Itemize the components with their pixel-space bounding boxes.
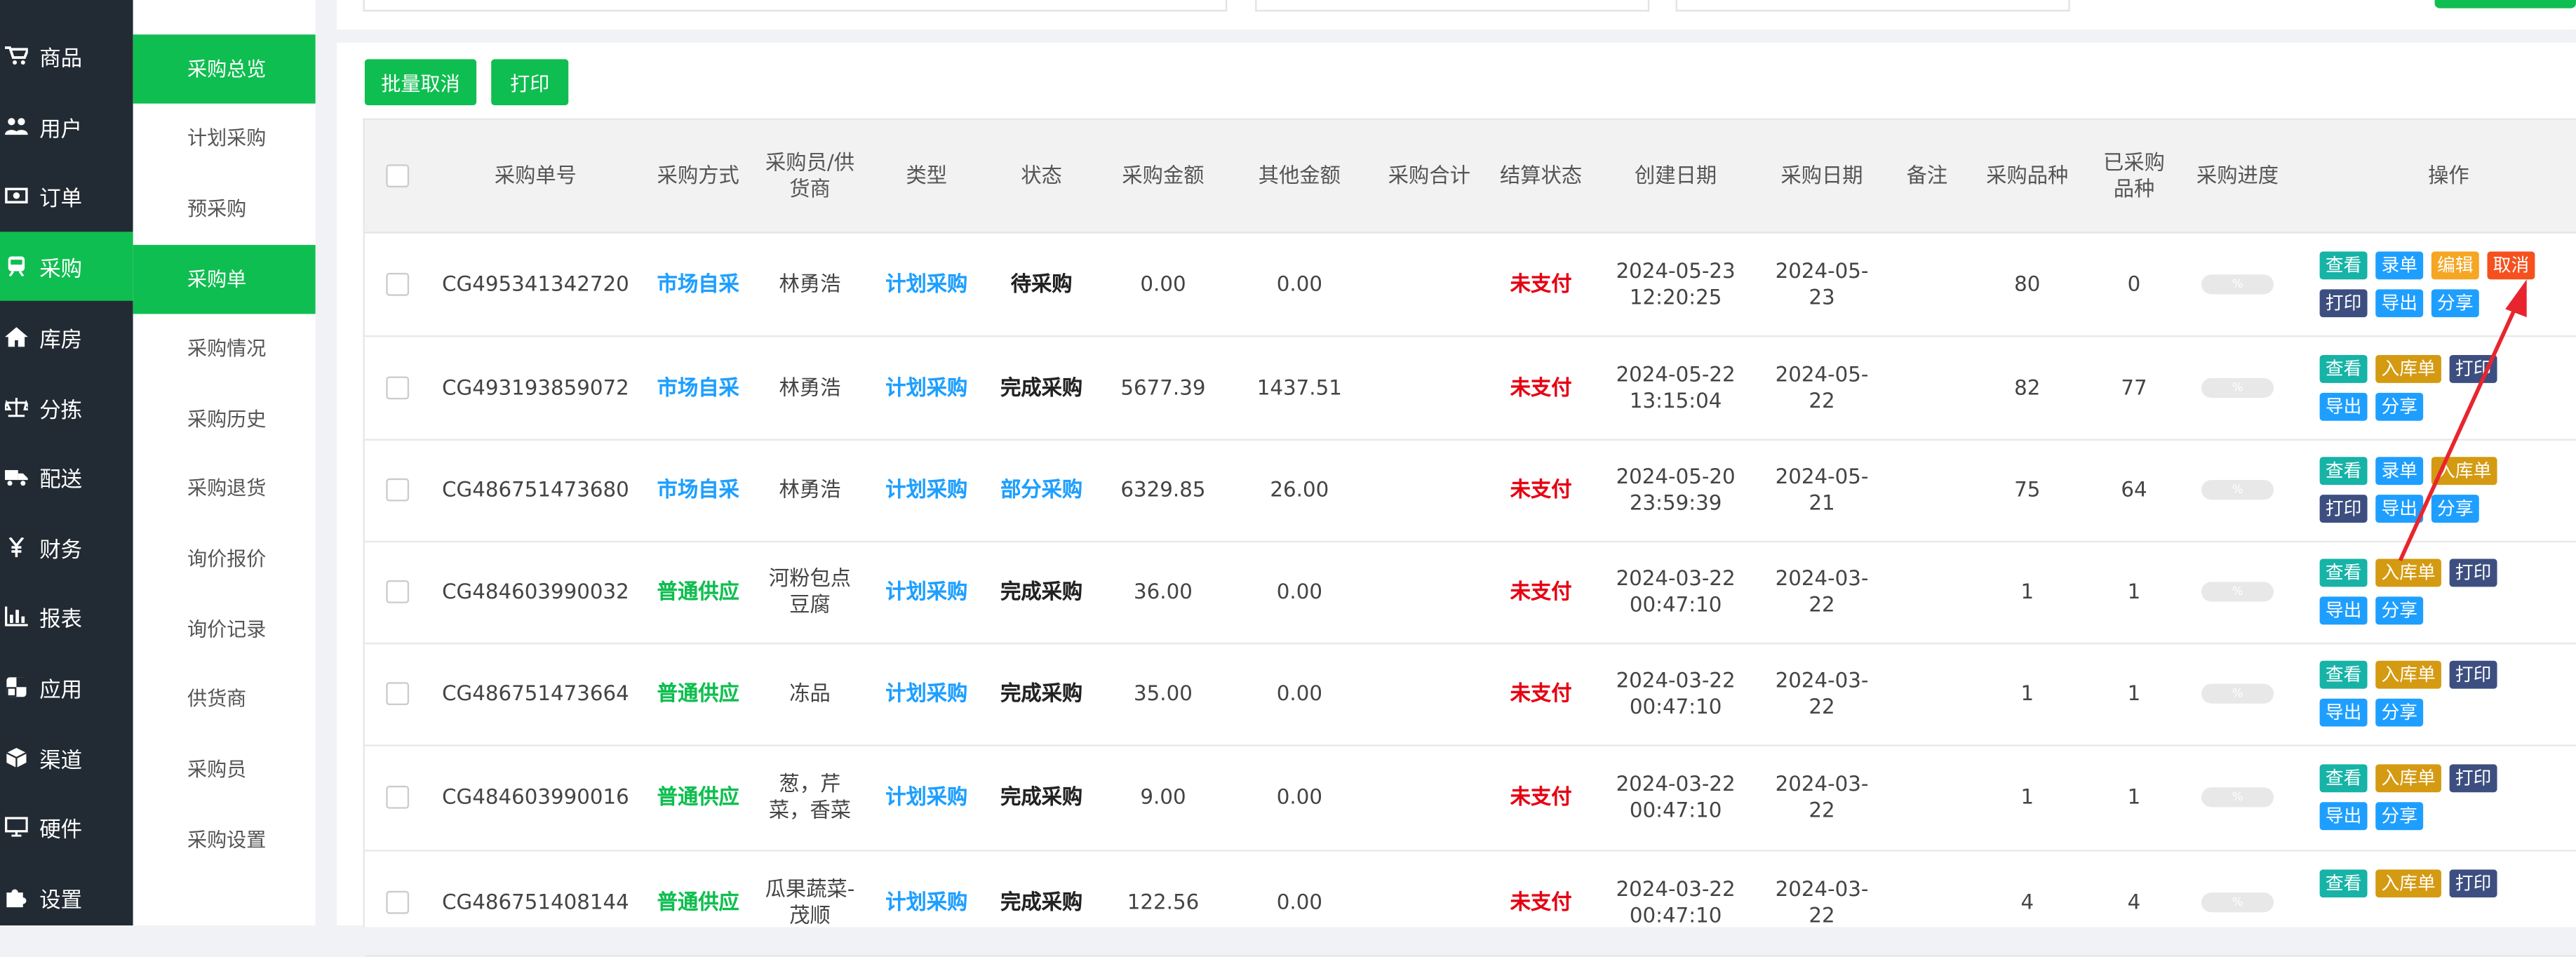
- annotation-arrow: [2398, 279, 2527, 562]
- app-root: 商品 用户 订单 采购 库房 分拣 配送 财务 报表 应用 渠道 硬件 设置 采…: [0, 0, 2576, 957]
